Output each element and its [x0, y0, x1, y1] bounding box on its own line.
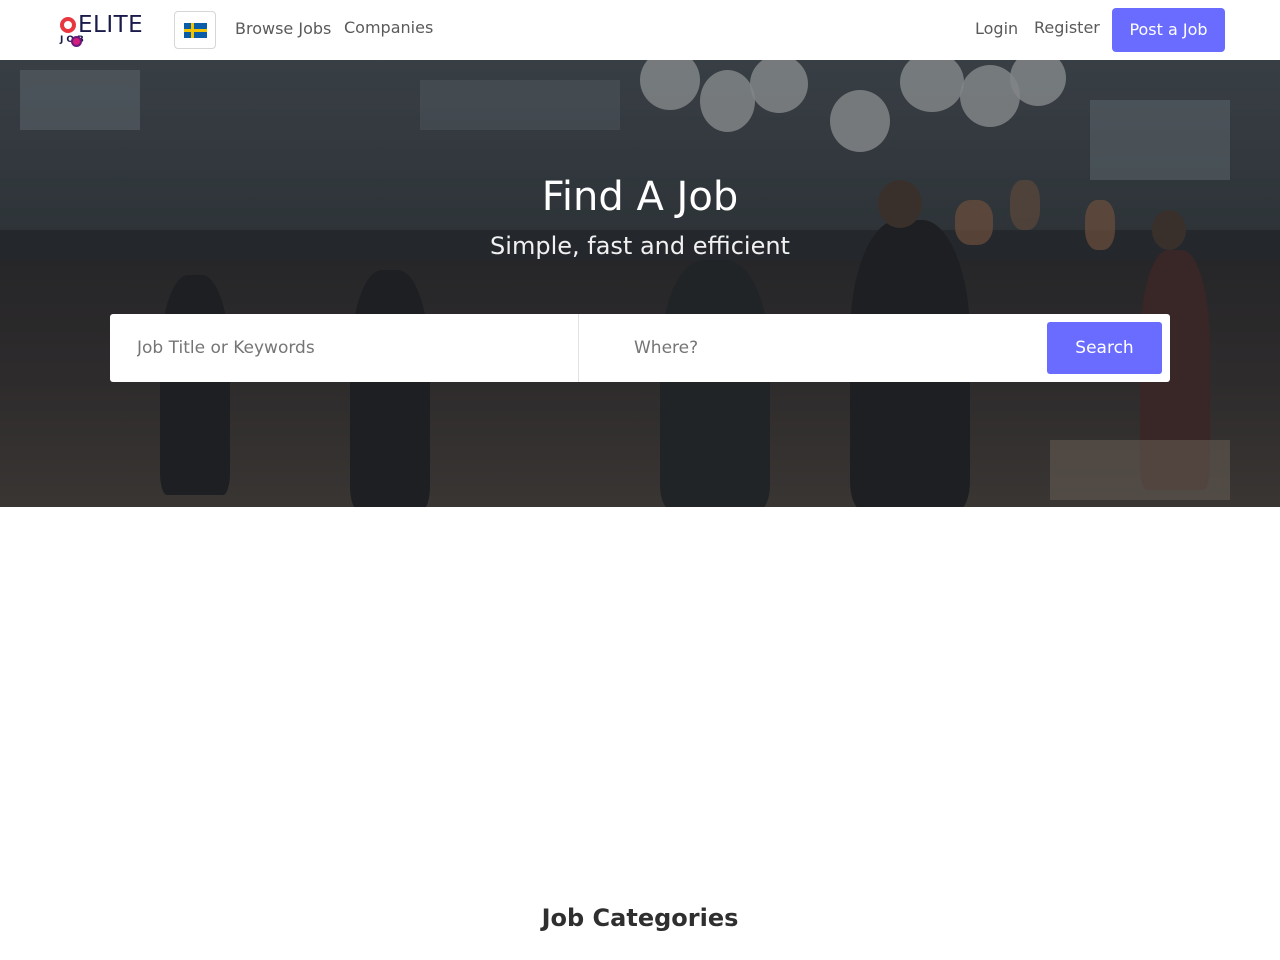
top-navbar: ELITE JOB Browse Jobs Companies Login Re… [0, 0, 1280, 60]
search-button[interactable]: Search [1047, 322, 1162, 374]
elite-job-logo[interactable]: ELITE JOB [58, 12, 154, 50]
logo-dot-icon [71, 36, 82, 47]
register-link[interactable]: Register [1034, 18, 1100, 37]
job-categories-heading: Job Categories [541, 904, 739, 932]
post-a-job-button[interactable]: Post a Job [1112, 8, 1225, 52]
job-search-form: Search [110, 314, 1170, 382]
sweden-flag-icon [184, 23, 207, 38]
nav-companies[interactable]: Companies [344, 18, 433, 37]
hero-banner: Find A Job Simple, fast and efficient Se… [0, 60, 1280, 507]
keywords-input[interactable] [110, 314, 578, 382]
language-switcher-button[interactable] [174, 11, 216, 49]
login-link[interactable]: Login [975, 19, 1018, 38]
logo-ring-icon [60, 17, 76, 33]
hero-dark-overlay [0, 60, 1280, 507]
hero-title: Find A Job [541, 174, 739, 220]
logo-text: ELITE [78, 12, 144, 38]
location-input[interactable] [579, 314, 1039, 382]
nav-browse-jobs[interactable]: Browse Jobs [235, 19, 331, 38]
hero-subtitle: Simple, fast and efficient [490, 232, 790, 260]
